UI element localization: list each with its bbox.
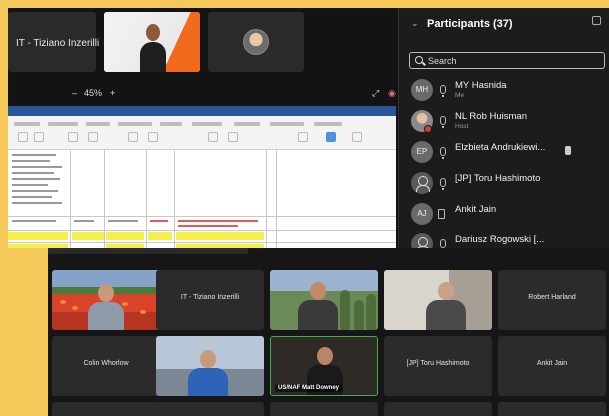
participant-name: MY Hasnida	[455, 80, 507, 91]
share-status-icon: ◉	[388, 88, 396, 98]
gallery-top-strip	[48, 248, 248, 254]
avatar-icon	[243, 29, 269, 55]
video-tile-colin[interactable]: Colin Whorlow	[52, 336, 160, 396]
participant-name: [JP] Toru Hashimoto	[455, 173, 541, 184]
meeting-screenshot-top: IT - Tiziano Inzerilli – 45% + ⤢ ◉ ⌄ Par…	[8, 8, 609, 248]
microphone-icon[interactable]	[440, 116, 446, 128]
document-titlebar	[8, 106, 396, 116]
document-ribbon	[8, 116, 396, 150]
video-tile-room2[interactable]	[156, 336, 264, 396]
video-tile-active-speaker[interactable]: US/NAF Matt Downey	[270, 336, 378, 396]
participant-row[interactable]: MH MY Hasnida Me	[407, 76, 607, 104]
participant-name: Ankit Jain	[455, 204, 497, 215]
participant-name: NL Rob Huisman	[455, 111, 527, 122]
participants-title: Participants (37)	[427, 18, 513, 30]
video-tile-flowers[interactable]	[52, 270, 160, 330]
collapse-chevron-icon[interactable]: ⌄	[411, 18, 419, 29]
participant-avatar: MH	[411, 79, 433, 101]
guest-avatar-icon	[411, 172, 433, 194]
participant-role: Me	[455, 92, 465, 99]
video-tile-partial[interactable]	[498, 402, 606, 416]
tile-name: IT - Tiziano Inzerilli	[180, 294, 240, 301]
video-tile-avatar[interactable]	[208, 12, 304, 72]
video-tile-tiziano[interactable]: IT - Tiziano Inzerilli	[8, 12, 100, 72]
participant-avatar: AJ	[411, 203, 433, 225]
video-tile-partial[interactable]	[384, 402, 492, 416]
meeting-screenshot-gallery: IT - Tiziano Inzerilli Robert Harland Co…	[48, 248, 609, 416]
tile-name: US/NAF Matt Downey	[275, 384, 343, 392]
phone-icon	[438, 209, 445, 219]
microphone-icon[interactable]	[440, 178, 446, 190]
video-tile-tiziano[interactable]: IT - Tiziano Inzerilli	[156, 270, 264, 330]
zoom-out-button[interactable]: –	[72, 88, 77, 98]
tile-name: [JP] Toru Hashimoto	[406, 360, 470, 367]
spreadsheet-grid	[8, 150, 396, 248]
video-tile-room[interactable]	[384, 270, 492, 330]
participant-name: Dariusz Rogowski [...	[455, 234, 545, 245]
zoom-in-button[interactable]: +	[110, 88, 115, 98]
participant-name: Elzbieta Andrukiewi...	[455, 142, 546, 153]
guest-avatar-icon	[411, 233, 433, 248]
video-tile-camera[interactable]	[104, 12, 200, 72]
shared-screen-document	[8, 106, 396, 248]
video-tile-partial[interactable]	[156, 402, 264, 416]
tile-name: IT - Tiziano Inzerilli	[16, 38, 100, 49]
expand-icon[interactable]: ⤢	[372, 88, 379, 99]
zoom-level: 45%	[84, 88, 103, 98]
video-tile-garden[interactable]	[270, 270, 378, 330]
video-tile-partial[interactable]	[52, 402, 160, 416]
participant-row[interactable]: Dariusz Rogowski [...	[407, 230, 607, 248]
popout-icon[interactable]	[592, 16, 601, 25]
microphone-icon[interactable]	[440, 239, 446, 248]
person-silhouette	[424, 280, 468, 330]
participant-avatar: EP	[411, 141, 433, 163]
zoom-toolbar: – 45% + ⤢ ◉	[68, 88, 398, 102]
video-tile-toru[interactable]: [JP] Toru Hashimoto	[384, 336, 492, 396]
participant-row[interactable]: AJ Ankit Jain	[407, 200, 607, 228]
status-indicator-icon	[424, 125, 432, 133]
microphone-icon[interactable]	[440, 85, 446, 97]
search-input[interactable]	[428, 55, 598, 67]
tile-name: Ankit Jain	[536, 360, 568, 367]
participant-row[interactable]: [JP] Toru Hashimoto	[407, 169, 607, 197]
video-tile-partial[interactable]	[270, 402, 378, 416]
participants-panel: ⌄ Participants (37) MH MY Hasnida Me NL …	[398, 8, 609, 248]
person-silhouette	[86, 282, 126, 330]
participant-row[interactable]: NL Rob Huisman Host	[407, 107, 607, 135]
person-silhouette	[296, 280, 340, 330]
search-icon	[415, 56, 423, 64]
participant-role: Host	[455, 123, 469, 130]
video-tile-ankit[interactable]: Ankit Jain	[498, 336, 606, 396]
participant-row[interactable]: EP Elzbieta Andrukiewi...	[407, 138, 607, 166]
person-silhouette	[138, 22, 168, 72]
sharing-icon	[565, 146, 571, 155]
tile-name: Colin Whorlow	[83, 360, 129, 367]
microphone-icon[interactable]	[440, 147, 446, 159]
video-tile-robert[interactable]: Robert Harland	[498, 270, 606, 330]
tile-name: Robert Harland	[528, 294, 576, 301]
person-silhouette	[186, 348, 230, 396]
participants-search[interactable]	[409, 52, 605, 69]
